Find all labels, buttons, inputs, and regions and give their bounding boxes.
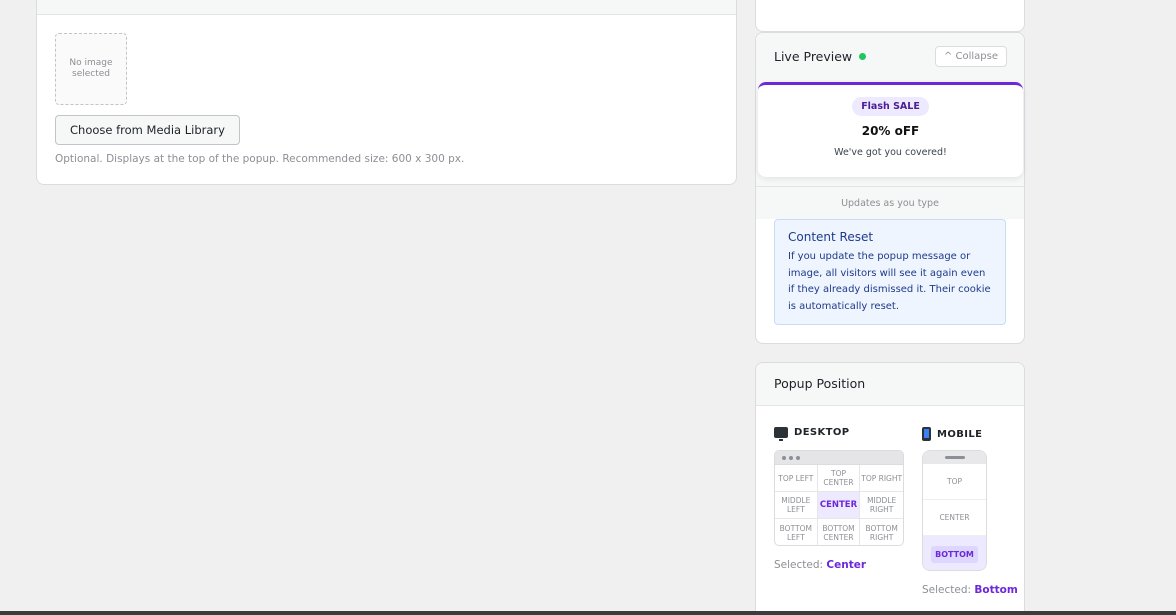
mobile-label: MOBILE: [922, 427, 982, 441]
mobile-position-label: TOP: [946, 477, 962, 486]
desktop-position-cell[interactable]: TOP LEFT: [775, 465, 818, 492]
mobile-position-cell[interactable]: BOTTOM: [923, 536, 986, 570]
mobile-position-cell[interactable]: CENTER: [923, 500, 986, 536]
mobile-selected: Selected: Bottom: [922, 584, 1018, 596]
phone-icon: [922, 427, 931, 441]
mobile-selected-prefix: Selected:: [922, 584, 972, 596]
monitor-icon: [774, 427, 788, 441]
browser-dot-icon: [789, 455, 793, 460]
popup-badge: Flash SALE: [852, 97, 929, 116]
desktop-label-text: DESKTOP: [794, 427, 850, 438]
image-help-text: Optional. Displays at the top of the pop…: [55, 153, 465, 165]
popup-position-card: Popup Position DESKTOP MOBILE TOP LEFT TO…: [755, 362, 1025, 615]
phone-notch: [923, 451, 986, 464]
desktop-position-cell[interactable]: BOTTOM RIGHT: [860, 519, 903, 545]
content-reset-notice: Content Reset If you update the popup me…: [774, 219, 1006, 325]
desktop-position-grid: TOP LEFT TOP CENTER TOP RIGHT MIDDLE LEFT CE…: [774, 450, 904, 546]
choose-media-button[interactable]: Choose from Media Library: [55, 115, 240, 145]
desktop-position-cell[interactable]: CENTER: [817, 492, 861, 519]
notice-title: Content Reset: [788, 230, 874, 244]
popup-headline: 20% oFF: [861, 124, 920, 138]
desktop-position-cell[interactable]: MIDDLE LEFT: [775, 492, 818, 519]
mobile-position-frame: TOP CENTER BOTTOM: [922, 450, 987, 571]
bottom-edge-bar: [0, 611, 1176, 615]
popup-preview: Flash SALE 20% oFF We've got you covered…: [758, 82, 1023, 177]
browser-bar: [775, 451, 903, 465]
live-preview-title: Live Preview: [774, 49, 853, 64]
browser-dot-icon: [796, 455, 800, 460]
desktop-selected: Selected: Center: [774, 559, 866, 571]
updates-note: Updates as you type: [756, 186, 1024, 219]
mobile-label-text: MOBILE: [937, 428, 983, 440]
collapse-button[interactable]: ^ Collapse: [934, 46, 1007, 67]
desktop-position-cell[interactable]: BOTTOM CENTER: [818, 519, 861, 545]
desktop-position-cell[interactable]: TOP CENTER: [817, 465, 861, 492]
desktop-position-cell[interactable]: MIDDLE RIGHT: [860, 492, 903, 519]
mobile-position-label: CENTER: [939, 513, 970, 522]
browser-dot-icon: [782, 455, 786, 460]
live-preview-panel: Live Preview ^ Collapse Flash SALE 20% o…: [756, 33, 1024, 219]
previous-card: [755, 0, 1025, 32]
image-placeholder: No image selected: [55, 33, 127, 105]
mobile-position-label: BOTTOM: [931, 545, 978, 563]
card-header-band: [37, 0, 736, 15]
desktop-selected-prefix: Selected:: [774, 559, 824, 571]
live-preview-card: Live Preview ^ Collapse Flash SALE 20% o…: [755, 32, 1025, 344]
live-status-dot-icon: [859, 53, 867, 60]
popup-position-title: Popup Position: [756, 363, 1024, 406]
desktop-position-cell[interactable]: TOP RIGHT: [860, 465, 903, 492]
mobile-selected-value: Bottom: [974, 584, 1018, 596]
image-settings-card: No image selected Choose from Media Libr…: [36, 0, 737, 185]
notice-body: If you update the popup message or image…: [788, 251, 991, 312]
desktop-selected-value: Center: [826, 559, 867, 571]
live-preview-header: Live Preview: [774, 49, 867, 64]
desktop-position-cell[interactable]: BOTTOM LEFT: [775, 519, 818, 545]
desktop-label: DESKTOP: [774, 427, 850, 441]
mobile-position-cell[interactable]: TOP: [923, 464, 986, 500]
popup-subtext: We've got you covered!: [834, 147, 947, 158]
